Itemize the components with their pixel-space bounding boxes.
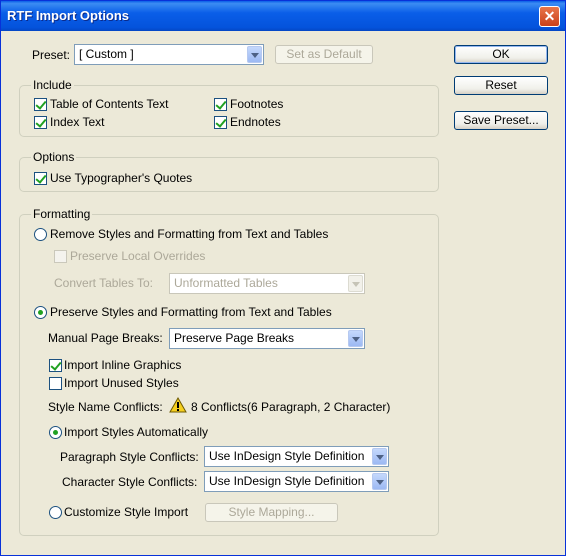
options-title: Options [31, 150, 77, 164]
customize-style-import-label[interactable]: Customize Style Import [64, 505, 188, 519]
footnotes-label[interactable]: Footnotes [230, 97, 283, 111]
import-inline-graphics-checkbox[interactable] [49, 359, 62, 372]
reset-button[interactable]: Reset [454, 76, 548, 95]
paragraph-conflicts-value: Use InDesign Style Definition [209, 449, 365, 463]
character-conflicts-value: Use InDesign Style Definition [209, 474, 365, 488]
preserve-local-overrides-label: Preserve Local Overrides [70, 249, 206, 263]
chevron-down-icon [348, 330, 363, 347]
import-styles-automatically-radio[interactable] [49, 426, 62, 439]
style-conflicts-label: Style Name Conflicts: [48, 400, 163, 414]
page-breaks-label: Manual Page Breaks: [48, 331, 163, 345]
paragraph-conflicts-label: Paragraph Style Conflicts: [60, 450, 199, 464]
customize-style-import-radio[interactable] [49, 506, 62, 519]
close-icon: ✕ [543, 8, 556, 24]
close-button[interactable]: ✕ [539, 6, 560, 27]
preset-select[interactable]: [ Custom ] [74, 44, 264, 65]
character-conflicts-label: Character Style Conflicts: [62, 475, 198, 489]
preserve-styles-label[interactable]: Preserve Styles and Formatting from Text… [50, 305, 332, 319]
endnotes-label[interactable]: Endnotes [230, 115, 281, 129]
toc-label[interactable]: Table of Contents Text [50, 97, 169, 111]
window-title: RTF Import Options [7, 8, 130, 23]
rtf-import-options-dialog: RTF Import Options ✕ Preset: [ Custom ] … [0, 0, 566, 556]
chevron-down-icon [247, 46, 262, 63]
formatting-title: Formatting [31, 207, 93, 221]
convert-tables-value: Unformatted Tables [174, 276, 278, 290]
chevron-down-icon [348, 275, 363, 292]
import-unused-styles-label[interactable]: Import Unused Styles [64, 376, 179, 390]
preserve-local-overrides-checkbox[interactable] [54, 250, 67, 263]
preset-value: [ Custom ] [79, 47, 134, 61]
ok-button[interactable]: OK [454, 45, 548, 64]
page-breaks-select[interactable]: Preserve Page Breaks [169, 328, 365, 349]
include-group [19, 85, 439, 137]
toc-checkbox[interactable] [34, 98, 47, 111]
preserve-styles-radio[interactable] [34, 306, 47, 319]
save-preset-button[interactable]: Save Preset... [454, 111, 548, 130]
typographers-quotes-checkbox[interactable] [34, 172, 47, 185]
index-checkbox[interactable] [34, 116, 47, 129]
include-title: Include [31, 78, 74, 92]
set-as-default-button[interactable]: Set as Default [275, 45, 373, 64]
remove-styles-label[interactable]: Remove Styles and Formatting from Text a… [50, 227, 328, 241]
import-styles-automatically-label[interactable]: Import Styles Automatically [64, 425, 208, 439]
style-conflicts-value: 8 Conflicts(6 Paragraph, 2 Character) [191, 400, 391, 414]
chevron-down-icon [372, 473, 387, 490]
warning-icon [169, 397, 187, 413]
remove-styles-radio[interactable] [34, 228, 47, 241]
chevron-down-icon [372, 448, 387, 465]
import-unused-styles-checkbox[interactable] [49, 377, 62, 390]
preset-label: Preset: [32, 48, 71, 62]
footnotes-checkbox[interactable] [214, 98, 227, 111]
typographers-quotes-label[interactable]: Use Typographer's Quotes [50, 171, 192, 185]
character-conflicts-select[interactable]: Use InDesign Style Definition [204, 471, 389, 492]
convert-tables-select[interactable]: Unformatted Tables [169, 273, 365, 294]
paragraph-conflicts-select[interactable]: Use InDesign Style Definition [204, 446, 389, 467]
page-breaks-value: Preserve Page Breaks [174, 331, 295, 345]
style-mapping-button[interactable]: Style Mapping... [205, 503, 338, 522]
convert-tables-label: Convert Tables To: [54, 276, 153, 290]
endnotes-checkbox[interactable] [214, 116, 227, 129]
title-bar[interactable]: RTF Import Options ✕ [1, 1, 565, 31]
index-label[interactable]: Index Text [50, 115, 104, 129]
import-inline-graphics-label[interactable]: Import Inline Graphics [64, 358, 181, 372]
